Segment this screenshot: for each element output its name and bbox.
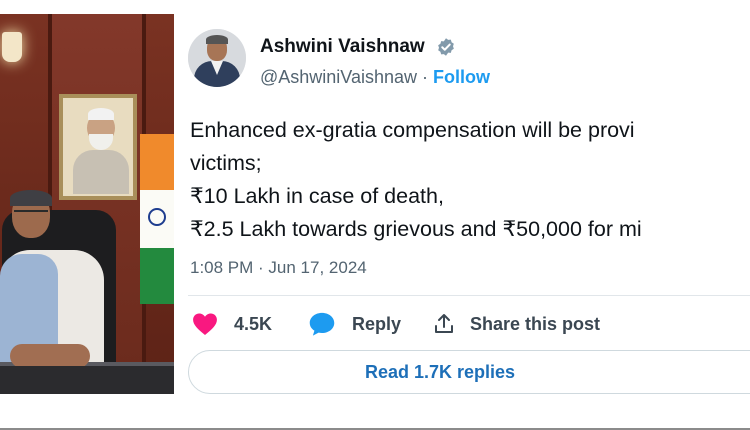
like-button[interactable]: 4.5K: [192, 310, 272, 338]
author-avatar[interactable]: [188, 29, 246, 87]
wall-lamp: [2, 32, 22, 62]
reply-button[interactable]: Reply: [308, 310, 401, 338]
indian-flag: [140, 134, 174, 304]
author-name[interactable]: Ashwini Vaishnaw: [260, 36, 425, 58]
portrait-beard: [89, 134, 113, 150]
portrait-body: [73, 150, 129, 194]
framed-portrait: [59, 94, 137, 200]
handle-separator: ·: [417, 67, 434, 87]
action-bar: 4.5K Reply Share this post: [192, 310, 750, 338]
tweet-text-line: ₹2.5 Lakh towards grievous and ₹50,000 f…: [190, 217, 642, 241]
tweet-text-line: victims;: [190, 151, 262, 175]
tweet-text-line: Enhanced ex-gratia compensation will be …: [190, 118, 635, 142]
person-photo: [0, 14, 174, 394]
tweet-text: Enhanced ex-gratia compensation will be …: [190, 114, 750, 246]
tweet-text-line: ₹10 Lakh in case of death,: [190, 184, 444, 208]
read-replies-button[interactable]: Read 1.7K replies: [188, 350, 750, 394]
read-replies-label: Read 1.7K replies: [364, 361, 516, 382]
speech-bubble-icon: [309, 312, 335, 336]
flag-white-band: [140, 190, 174, 248]
desk: [0, 366, 174, 394]
tweet-timestamp[interactable]: 1:08 PM · Jun 17, 2024: [190, 258, 367, 278]
share-button[interactable]: Share this post: [432, 310, 600, 338]
person-glasses: [14, 210, 48, 218]
author-handle[interactable]: @AshwiniVaishnaw: [260, 67, 417, 87]
like-count: 4.5K: [234, 313, 273, 334]
tweet-card: Ashwini Vaishnaw @AshwiniVaishnaw · Foll…: [188, 14, 750, 394]
flag-green-band: [140, 248, 174, 304]
share-label: Share this post: [470, 313, 601, 334]
share-upload-icon: [435, 314, 453, 333]
flag-saffron-band: [140, 134, 174, 190]
person-hair: [10, 190, 52, 206]
handle-line: @AshwiniVaishnaw · Follow: [260, 67, 490, 88]
verified-badge-icon: [438, 38, 454, 56]
heart-icon: [193, 313, 217, 336]
divider: [188, 295, 750, 296]
person-hands: [10, 344, 90, 368]
avatar-hair: [206, 35, 228, 44]
reply-label: Reply: [352, 313, 402, 334]
portrait-hair: [88, 108, 114, 120]
follow-button[interactable]: Follow: [433, 67, 490, 87]
